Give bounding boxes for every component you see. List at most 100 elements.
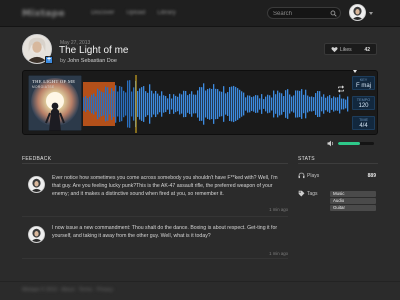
album-title: THE LIGHT OF ME <box>32 79 76 84</box>
volume-level <box>338 142 361 145</box>
waveform-bar <box>287 89 289 119</box>
plays-value: 889 <box>367 173 376 179</box>
waveform-bar <box>231 86 233 122</box>
waveform-bar <box>155 90 157 118</box>
key-value: F maj <box>356 83 371 89</box>
waveform-bar <box>313 97 315 111</box>
waveform-bar <box>253 96 255 112</box>
waveform-bar <box>115 85 117 123</box>
waveform-bar <box>149 84 151 124</box>
footer-divider <box>0 281 400 282</box>
waveform-bar <box>225 93 227 115</box>
waveform-bar <box>187 95 189 113</box>
waveform-bar <box>291 96 293 112</box>
footer-text: Mixtape © 2013 · About · Terms · Privacy <box>22 287 114 293</box>
waveform-bar <box>255 95 257 113</box>
user-avatar[interactable] <box>349 4 366 21</box>
comment-time: 1 min ago <box>269 207 288 212</box>
waveform-bar <box>199 87 201 121</box>
waveform-bar <box>237 88 239 120</box>
artist-link[interactable]: John Sebastian Doe <box>67 58 117 64</box>
waveform-bar <box>147 92 149 116</box>
waveform-bar <box>85 96 87 112</box>
waveform-bar <box>117 91 119 117</box>
comment-divider <box>22 216 288 217</box>
waveform-bar <box>343 98 345 110</box>
tempo-box: TEMPO 120 <box>352 96 375 110</box>
comment-text: Ever notice how sometimes you come acros… <box>52 175 278 198</box>
search-input[interactable] <box>273 9 327 18</box>
waveform-bar <box>175 95 177 113</box>
commenter-avatar[interactable] <box>28 226 45 243</box>
waveform-bar <box>133 87 135 121</box>
tag-audio[interactable]: Audio <box>330 198 376 204</box>
stats-heading: STATS <box>298 156 315 162</box>
waveform-bar <box>321 96 323 112</box>
waveform-bar <box>169 93 171 115</box>
nav-item-discover[interactable]: Discover <box>91 10 114 16</box>
waveform-bar <box>307 95 309 113</box>
waveform-bar <box>243 92 245 116</box>
waveform-bar <box>125 92 127 116</box>
waveform-bar <box>271 97 273 111</box>
waveform-bar <box>325 97 327 111</box>
follow-add-button[interactable]: + <box>45 56 53 64</box>
comment-item: I now issue a new commandment: Thou shal… <box>22 224 288 258</box>
album-artist: MORGIATSE <box>32 85 55 89</box>
waveform-bar <box>215 88 217 120</box>
waveform-bar <box>205 90 207 118</box>
search-icon[interactable] <box>330 10 337 17</box>
waveform-bar <box>293 95 295 113</box>
plays-label: Plays <box>307 173 320 179</box>
waveform-seekbar[interactable] <box>83 75 349 133</box>
feedback-divider <box>22 163 288 164</box>
tempo-value: 120 <box>358 103 369 109</box>
waveform-bar <box>113 91 115 117</box>
tags-label: Tags <box>307 191 318 197</box>
waveform-bar <box>87 98 89 110</box>
user-menu-chevron-down-icon[interactable] <box>369 12 373 15</box>
waveform-bar <box>173 94 175 114</box>
waveform-bar <box>95 96 97 112</box>
repeat-icon[interactable] <box>337 85 345 93</box>
track-info-panel: KEY F maj TEMPO 120 TIME 4/4 <box>352 76 375 131</box>
top-bar: Mixtape Discover Upload Library <box>0 0 400 27</box>
waveform-bar <box>241 91 243 117</box>
nav-item-library[interactable]: Library <box>157 10 175 16</box>
comment-time: 1 min ago <box>269 251 288 256</box>
waveform-bar <box>161 91 163 117</box>
waveform-bar <box>109 93 111 115</box>
nav-item-upload[interactable]: Upload <box>126 10 145 16</box>
waveform-bar <box>151 90 153 118</box>
waveform-bar <box>261 94 263 114</box>
waveform-bar <box>281 93 283 115</box>
waveform-bar <box>229 87 231 121</box>
volume-icon[interactable] <box>327 140 335 147</box>
headphones-icon <box>298 172 305 179</box>
volume-slider[interactable] <box>338 142 374 145</box>
key-label: KEY <box>359 78 368 82</box>
waveform-bar <box>341 98 343 110</box>
waveform-bar <box>249 95 251 113</box>
waveform-bar <box>223 86 225 122</box>
likes-count: 42 <box>364 47 370 53</box>
waveform-bar <box>93 93 95 115</box>
waveform-bar <box>301 89 303 119</box>
waveform-bar <box>267 94 269 114</box>
site-logo[interactable]: Mixtape <box>22 9 65 19</box>
waveform-bar <box>239 89 241 119</box>
waveform-bar <box>211 88 213 120</box>
waveform-bar <box>131 91 133 117</box>
waveform-bar <box>207 89 209 119</box>
likes-button[interactable]: Likes 42 <box>324 43 377 55</box>
waveform-bar <box>179 93 181 115</box>
waveform-bar <box>97 88 99 120</box>
comment-item: Ever notice how sometimes you come acros… <box>22 174 288 216</box>
waveform-bar <box>297 90 299 118</box>
main-nav: Discover Upload Library <box>91 10 176 16</box>
tag-music[interactable]: Music <box>330 191 376 197</box>
playhead-marker-icon <box>353 70 357 73</box>
commenter-avatar[interactable] <box>28 176 45 193</box>
tag-guitar[interactable]: Guitar <box>330 205 376 211</box>
waveform-bar <box>319 91 321 117</box>
